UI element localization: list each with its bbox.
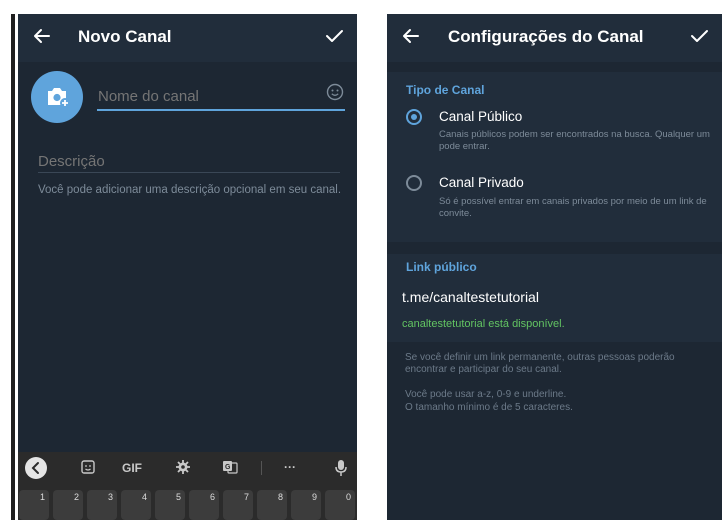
- key-1[interactable]: 1: [19, 490, 49, 520]
- link-rule-chars: Você pode usar a-z, 0-9 e underline.: [405, 389, 567, 400]
- description-underline: [38, 172, 340, 173]
- check-icon[interactable]: [688, 25, 710, 47]
- channel-settings-screen: Configurações do Canal Tipo de Canal Can…: [387, 14, 722, 520]
- key-6[interactable]: 6: [189, 490, 219, 520]
- page-title: Configurações do Canal: [448, 27, 644, 46]
- description-input[interactable]: [38, 150, 318, 172]
- smiley-icon[interactable]: [325, 82, 345, 102]
- link-availability-status: canaltestetutorial está disponível.: [402, 318, 565, 330]
- left-border-strip: [11, 14, 15, 520]
- check-icon[interactable]: [323, 25, 345, 47]
- app-bar: Configurações do Canal: [387, 14, 722, 62]
- soft-keyboard: GIF G ··· 1 2 3 4 5 6 7 8 9 0: [18, 452, 357, 520]
- key-4[interactable]: 4: [121, 490, 151, 520]
- channel-photo-button[interactable]: [31, 71, 83, 123]
- key-2[interactable]: 2: [53, 490, 83, 520]
- radio-public[interactable]: [406, 109, 422, 125]
- key-3[interactable]: 3: [87, 490, 117, 520]
- page-title: Novo Canal: [78, 27, 172, 46]
- public-link-section: Link público t.me/canaltestetutorial can…: [387, 254, 722, 342]
- name-input-underline: [97, 109, 345, 111]
- key-9[interactable]: 9: [291, 490, 321, 520]
- new-channel-screen: Novo Canal Você pode adicionar uma descr…: [18, 14, 357, 520]
- key-0[interactable]: 0: [325, 490, 355, 520]
- app-bar: Novo Canal: [18, 14, 357, 62]
- keyboard-toolbar: GIF G ···: [18, 452, 357, 486]
- section-header: Link público: [406, 260, 477, 274]
- channel-type-section: Tipo de Canal Canal Público Canais públi…: [387, 72, 722, 242]
- keyboard-number-row: 1 2 3 4 5 6 7 8 9 0: [18, 488, 357, 520]
- option-description-public: Canais públicos podem ser encontrados na…: [439, 129, 710, 152]
- public-link-input[interactable]: t.me/canaltestetutorial: [402, 289, 539, 305]
- option-title-private[interactable]: Canal Privado: [439, 175, 524, 190]
- key-8[interactable]: 8: [257, 490, 287, 520]
- link-info-text: Se você definir um link permanente, outr…: [405, 352, 675, 375]
- description-hint: Você pode adicionar uma descrição opcion…: [38, 184, 342, 196]
- key-7[interactable]: 7: [223, 490, 253, 520]
- keyboard-collapse-button[interactable]: [25, 457, 47, 479]
- channel-name-input[interactable]: [98, 85, 298, 107]
- option-title-public[interactable]: Canal Público: [439, 109, 522, 124]
- key-5[interactable]: 5: [155, 490, 185, 520]
- svg-text:G: G: [225, 464, 231, 471]
- toolbar-divider: [261, 461, 262, 475]
- microphone-icon[interactable]: [334, 459, 348, 480]
- camera-add-icon: [48, 88, 70, 108]
- radio-private[interactable]: [406, 175, 422, 191]
- option-description-private: Só é possível entrar em canais privados …: [439, 196, 707, 219]
- link-rule-length: O tamanho mínimo é de 5 caracteres.: [405, 402, 573, 413]
- arrow-left-icon[interactable]: [399, 24, 423, 48]
- more-button[interactable]: ···: [284, 460, 296, 474]
- sticker-icon[interactable]: [80, 459, 96, 478]
- gear-icon[interactable]: [175, 459, 191, 478]
- screenshot-stage: Novo Canal Você pode adicionar uma descr…: [0, 0, 722, 520]
- translate-icon[interactable]: G: [222, 459, 238, 478]
- section-header: Tipo de Canal: [406, 83, 485, 97]
- gif-button[interactable]: GIF: [122, 461, 142, 475]
- arrow-left-icon[interactable]: [30, 24, 54, 48]
